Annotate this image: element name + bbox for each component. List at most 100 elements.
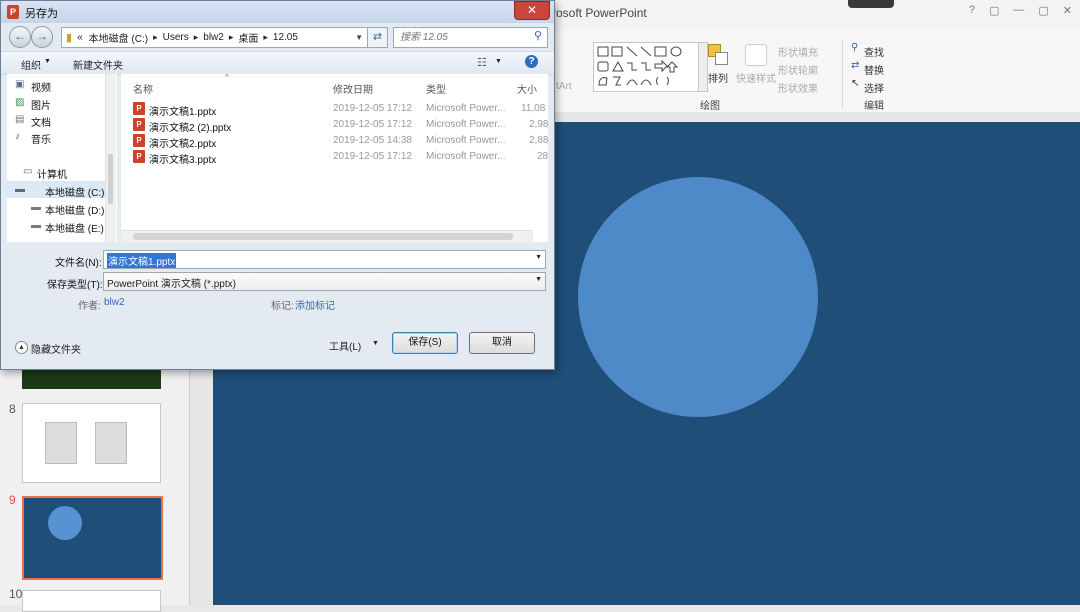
tools-dropdown-icon[interactable]: ▼ — [372, 340, 379, 347]
back-button[interactable]: ← — [9, 26, 31, 48]
quick-styles-button[interactable]: 快速样式 — [736, 70, 776, 85]
nav-item-pictures[interactable]: 图片 — [31, 97, 51, 112]
address-segment[interactable]: blw2 — [203, 32, 224, 43]
filetype-value: PowerPoint 演示文稿 (*.pptx) — [107, 279, 236, 290]
filetype-label: 保存类型(T): — [47, 280, 103, 291]
nav-item-drive-c[interactable]: 本地磁盘 (C:) — [45, 184, 104, 199]
ribbon-display-icon[interactable]: ▢ — [989, 4, 999, 17]
filetype-dropdown-icon[interactable]: ▼ — [535, 276, 542, 283]
nav-item-music[interactable]: 音乐 — [31, 131, 51, 146]
hide-folders-toggle-icon[interactable]: ▲ — [15, 341, 28, 354]
folder-icon: ▮ — [66, 32, 73, 44]
slide-number: 9 — [9, 493, 16, 507]
nav-item-drive-d[interactable]: 本地磁盘 (D:) — [45, 202, 104, 217]
address-segment[interactable]: 12.05 — [273, 32, 298, 43]
address-dropdown-icon[interactable]: ▼ — [355, 33, 363, 42]
new-folder-button[interactable]: 新建文件夹 — [73, 57, 123, 72]
view-options-icon[interactable]: ☷ — [477, 56, 487, 69]
maximize-icon[interactable]: ▢ — [1038, 4, 1048, 17]
author-value[interactable]: blw2 — [104, 297, 125, 308]
save-button[interactable]: 保存(S) — [392, 332, 458, 354]
add-tags-link[interactable]: 添加标记 — [295, 297, 335, 312]
slide-thumbnail-9[interactable] — [22, 496, 163, 580]
select-button[interactable]: 选择 — [864, 80, 884, 95]
hide-folders-button[interactable]: 隐藏文件夹 — [31, 341, 81, 356]
forward-button[interactable]: → — [31, 26, 53, 48]
filename-dropdown-icon[interactable]: ▼ — [535, 254, 542, 261]
shapes-gallery[interactable] — [593, 42, 699, 92]
nav-item-video[interactable]: 视频 — [31, 79, 51, 94]
dialog-title-bar[interactable]: P 另存为 ✕ — [1, 1, 554, 23]
file-row[interactable]: P 演示文稿2 (2).pptx 2019-12-05 17:12 Micros… — [121, 117, 548, 134]
address-segment[interactable]: 桌面 — [238, 30, 258, 45]
quick-styles-icon — [745, 44, 767, 66]
replace-button[interactable]: 替换 — [864, 62, 884, 77]
help-icon[interactable]: ? — [525, 55, 538, 68]
sort-indicator-icon: ^ — [225, 73, 229, 82]
address-overflow[interactable]: « — [77, 32, 83, 43]
file-row[interactable]: P 演示文稿3.pptx 2019-12-05 17:12 Microsoft … — [121, 149, 548, 166]
pptx-file-icon: P — [133, 150, 145, 163]
drawing-group-label: 绘图 — [700, 101, 720, 112]
file-size: 2,98 — [529, 119, 548, 130]
touch-mode-icon[interactable] — [848, 0, 894, 8]
file-name: 演示文稿1.pptx — [149, 107, 217, 118]
minimize-icon[interactable]: — — [1013, 4, 1024, 17]
scroll-thumb[interactable] — [108, 154, 113, 204]
search-input[interactable] — [398, 29, 530, 46]
nav-pane-scrollbar[interactable] — [105, 74, 116, 242]
nav-item-computer[interactable]: 计算机 — [37, 166, 67, 181]
close-button[interactable]: ✕ — [514, 1, 550, 20]
scroll-thumb[interactable] — [133, 233, 513, 240]
file-name: 演示文稿2.pptx — [149, 139, 217, 150]
breadcrumb-separator-icon[interactable]: ▸ — [229, 32, 234, 43]
find-button[interactable]: 查找 — [864, 44, 884, 59]
file-list: ^ 名称 修改日期 类型 大小 P 演示文稿1.pptx 2019-12-05 … — [121, 73, 548, 242]
address-bar[interactable]: ▮ « 本地磁盘 (C:) ▸ Users ▸ blw2 ▸ 桌面 ▸ 12.0… — [61, 27, 388, 48]
column-header-name[interactable]: 名称 — [133, 81, 153, 96]
tools-button[interactable]: 工具(L) — [329, 338, 361, 353]
shape-effects-button[interactable]: 形状效果 — [778, 80, 818, 95]
dialog-toolbar: 组织 ▼ 新建文件夹 ☷ ▼ ? — [1, 51, 554, 75]
refresh-button[interactable]: ⇄ — [367, 27, 388, 48]
help-icon[interactable]: ? — [969, 4, 975, 17]
breadcrumb-separator-icon[interactable]: ▸ — [263, 32, 268, 43]
column-header-date[interactable]: 修改日期 — [333, 81, 373, 96]
breadcrumb-separator-icon[interactable]: ▸ — [194, 32, 199, 43]
computer-icon: ▭ — [23, 166, 33, 177]
window-controls: ? ▢ — ▢ ✕ — [969, 4, 1072, 17]
ribbon-divider — [842, 40, 843, 108]
column-header-size[interactable]: 大小 — [517, 81, 537, 96]
breadcrumb-separator-icon[interactable]: ▸ — [153, 32, 158, 43]
view-dropdown-icon[interactable]: ▼ — [495, 58, 502, 65]
back-arrow-icon: ← — [14, 29, 26, 43]
filename-input-value[interactable]: 演示文稿1.pptx — [107, 253, 177, 268]
slide-thumbnail-10[interactable] — [22, 590, 161, 612]
close-icon[interactable]: ✕ — [1063, 4, 1072, 17]
slide-number: 8 — [9, 402, 16, 416]
file-date: 2019-12-05 17:12 — [333, 151, 412, 162]
file-list-hscrollbar[interactable] — [121, 230, 533, 243]
file-row[interactable]: P 演示文稿2.pptx 2019-12-05 14:38 Microsoft … — [121, 133, 548, 150]
cancel-button[interactable]: 取消 — [469, 332, 535, 354]
organize-button[interactable]: 组织 — [21, 57, 41, 72]
nav-item-documents[interactable]: 文档 — [31, 114, 51, 129]
shape-outline-button[interactable]: 形状轮廓 — [778, 62, 818, 77]
filename-field[interactable]: 演示文稿1.pptx ▼ — [103, 250, 546, 269]
organize-dropdown-icon[interactable]: ▼ — [44, 58, 51, 65]
file-row[interactable]: P 演示文稿1.pptx 2019-12-05 17:12 Microsoft … — [121, 101, 548, 118]
column-header-type[interactable]: 类型 — [426, 81, 446, 96]
shapes-gallery-scroll[interactable] — [698, 42, 708, 92]
slide-circle-shape[interactable] — [578, 177, 818, 417]
pptx-file-icon: P — [133, 134, 145, 147]
replace-icon: ⇄ — [851, 60, 860, 71]
address-segment[interactable]: Users — [163, 32, 189, 43]
nav-item-drive-e[interactable]: 本地磁盘 (E:) — [45, 220, 104, 235]
search-icon[interactable]: ⚲ — [534, 29, 542, 42]
arrange-button[interactable]: 排列 — [708, 70, 728, 85]
forward-arrow-icon: → — [36, 29, 48, 43]
slide-thumbnail-8[interactable] — [22, 403, 161, 483]
shape-fill-button[interactable]: 形状填充 — [778, 44, 818, 59]
address-segment[interactable]: 本地磁盘 (C:) — [89, 30, 148, 45]
filetype-select[interactable]: PowerPoint 演示文稿 (*.pptx) ▼ — [103, 272, 546, 291]
